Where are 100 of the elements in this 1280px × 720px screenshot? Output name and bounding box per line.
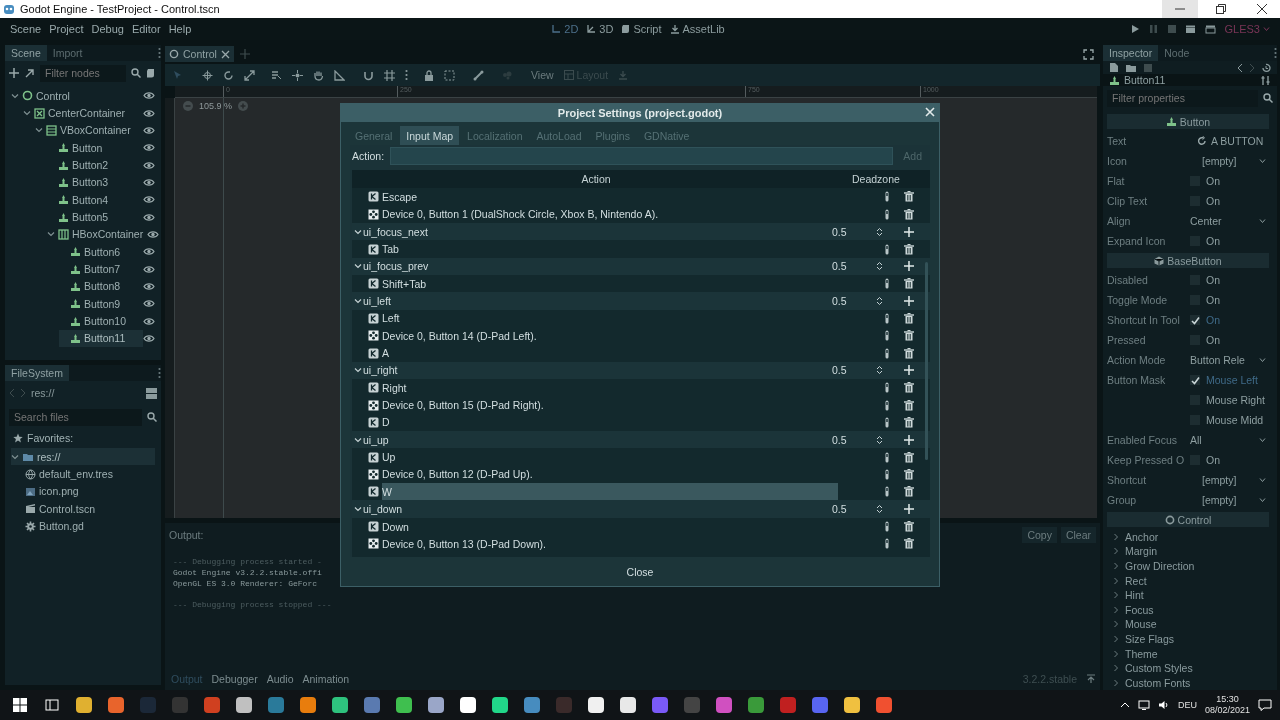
property-group[interactable]: Anchor xyxy=(1107,529,1269,545)
list-select-icon[interactable] xyxy=(271,69,282,81)
edit-icon[interactable] xyxy=(885,486,889,498)
trash-icon[interactable] xyxy=(904,382,914,394)
section-header[interactable]: Button xyxy=(1107,114,1269,130)
workspace-tab[interactable]: AssetLib xyxy=(669,23,725,35)
visibility-eye-icon[interactable] xyxy=(143,264,155,274)
edit-icon[interactable] xyxy=(885,538,889,550)
section-header[interactable]: BaseButton xyxy=(1107,253,1269,269)
caret-icon[interactable] xyxy=(23,109,31,117)
app-icon[interactable] xyxy=(620,697,636,713)
input-event[interactable]: Shift+Tab xyxy=(382,275,838,293)
ruler-icon[interactable] xyxy=(334,69,345,81)
caret-icon[interactable] xyxy=(354,297,362,306)
dock-tab[interactable]: Inspector xyxy=(1103,45,1159,61)
app-icon[interactable] xyxy=(460,697,476,713)
action-row[interactable]: ui_up 0.5 xyxy=(352,431,930,449)
app-icon[interactable] xyxy=(332,697,348,713)
caret-icon[interactable] xyxy=(35,126,43,135)
app-icon[interactable] xyxy=(396,697,412,713)
search-icon[interactable] xyxy=(131,68,141,78)
app-icon[interactable] xyxy=(300,697,316,713)
trash-icon[interactable] xyxy=(904,486,914,498)
tree-item[interactable]: Button6 xyxy=(59,243,143,261)
trash-icon[interactable] xyxy=(904,521,914,532)
edit-icon[interactable] xyxy=(885,312,889,324)
new-resource-icon[interactable] xyxy=(1109,62,1119,74)
expand-panel-icon[interactable] xyxy=(1086,674,1096,684)
filter-field[interactable]: Filter properties xyxy=(1107,89,1258,107)
tree-item[interactable]: Button4 xyxy=(47,191,143,209)
lock-icon[interactable] xyxy=(424,69,434,81)
text-field[interactable]: A BUTTON xyxy=(1211,135,1264,148)
app-icon[interactable] xyxy=(844,697,860,713)
move-icon[interactable] xyxy=(202,69,213,81)
edit-icon[interactable] xyxy=(885,468,889,480)
visibility-eye-icon[interactable] xyxy=(143,177,155,187)
input-event[interactable]: Up xyxy=(382,448,838,466)
trash-icon[interactable] xyxy=(904,191,914,203)
clapperboard-icon[interactable] xyxy=(1184,24,1196,34)
input-event[interactable]: Device 0, Button 14 (D-Pad Left). xyxy=(382,327,838,345)
app-icon[interactable] xyxy=(492,697,508,713)
tree-item[interactable]: Button10 xyxy=(59,312,143,330)
edit-icon[interactable] xyxy=(885,521,889,532)
search-field[interactable]: Search files xyxy=(9,408,142,426)
trash-icon[interactable] xyxy=(904,538,914,550)
search-icon[interactable] xyxy=(147,412,157,422)
task-view-icon[interactable] xyxy=(45,699,59,711)
input-event[interactable]: Down xyxy=(382,518,838,535)
input-event[interactable]: Device 0, Button 15 (D-Pad Right). xyxy=(382,396,838,414)
property-group[interactable]: Margin xyxy=(1107,544,1269,559)
app-icon[interactable] xyxy=(652,697,668,713)
visibility-eye-icon[interactable] xyxy=(143,334,155,343)
workspace-tab[interactable]: 2D xyxy=(551,23,579,35)
tree-item[interactable]: Button xyxy=(47,139,143,157)
deadzone-field[interactable]: 0.5 xyxy=(832,361,888,379)
scale-icon[interactable] xyxy=(244,69,255,81)
caret-icon[interactable] xyxy=(354,262,362,271)
visibility-eye-icon[interactable] xyxy=(143,281,155,291)
history-icon[interactable] xyxy=(1261,62,1271,73)
tree-item[interactable]: CenterContainer xyxy=(23,104,143,122)
view-menu[interactable]: View xyxy=(531,69,554,81)
revert-icon[interactable] xyxy=(1197,136,1207,147)
property-group[interactable]: Custom Fonts xyxy=(1107,675,1269,690)
visibility-eye-icon[interactable] xyxy=(143,143,155,153)
file-item[interactable]: icon.png xyxy=(25,482,155,500)
menu-item[interactable]: Debug xyxy=(87,21,128,37)
more-icon[interactable] xyxy=(158,47,161,59)
edit-icon[interactable] xyxy=(885,278,889,290)
trash-icon[interactable] xyxy=(904,451,914,463)
trash-icon[interactable] xyxy=(904,330,914,342)
more-icon[interactable] xyxy=(405,69,408,81)
app-icon[interactable] xyxy=(268,697,284,713)
visibility-eye-icon[interactable] xyxy=(143,212,155,222)
dock-tab[interactable]: FileSystem xyxy=(5,365,69,381)
app-icon[interactable] xyxy=(524,697,540,713)
play-icon[interactable] xyxy=(1130,24,1140,34)
workspace-tab[interactable]: Script xyxy=(621,23,662,35)
action-row[interactable]: ui_down 0.5 xyxy=(352,500,930,518)
app-icon[interactable] xyxy=(812,697,828,713)
visibility-eye-icon[interactable] xyxy=(143,160,155,170)
section-header[interactable]: Control xyxy=(1107,512,1269,528)
property-group[interactable]: Mouse xyxy=(1107,617,1269,632)
file-item[interactable]: res:// xyxy=(11,448,155,466)
output-button[interactable]: Copy xyxy=(1022,527,1057,543)
property-group[interactable]: Hint xyxy=(1107,587,1269,603)
caret-icon[interactable] xyxy=(11,452,19,461)
action-row[interactable]: ui_left 0.5 xyxy=(352,292,930,310)
trash-icon[interactable] xyxy=(904,416,914,428)
file-item[interactable]: default_env.tres xyxy=(25,465,155,483)
caret-icon[interactable] xyxy=(11,91,19,100)
input-event[interactable]: W xyxy=(382,483,838,501)
property-group[interactable]: Grow Direction xyxy=(1107,558,1269,574)
rotate-icon[interactable] xyxy=(223,69,234,81)
caret-icon[interactable] xyxy=(354,366,362,375)
path-field[interactable]: res:// xyxy=(31,387,141,399)
tree-item[interactable]: Button9 xyxy=(59,295,143,313)
property-dropdown[interactable]: Button Rele xyxy=(1187,351,1269,369)
property-dropdown[interactable]: All xyxy=(1187,431,1269,449)
app-icon[interactable] xyxy=(108,697,124,713)
tree-item[interactable]: Button8 xyxy=(59,277,143,295)
